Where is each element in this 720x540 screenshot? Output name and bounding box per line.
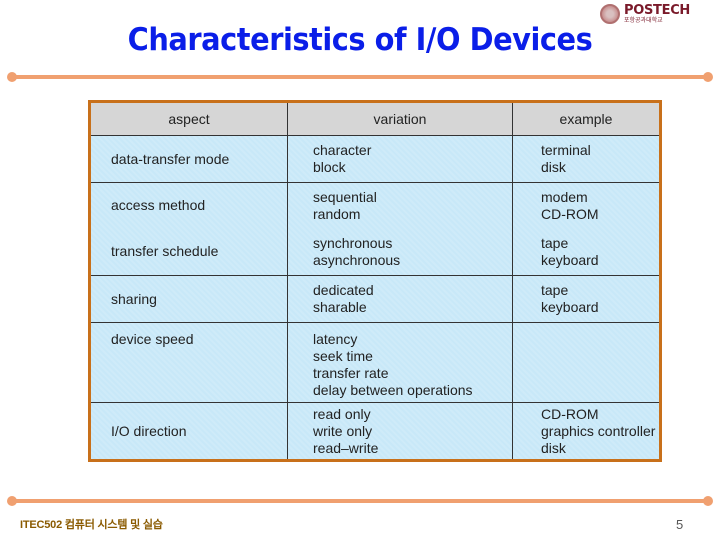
variation-item: synchronous [313,234,393,251]
example-item: keyboard [541,251,599,268]
header-variation: variation [287,103,513,136]
table-row: sharing dedicated sharable tape keyboard [91,275,659,323]
aspect-cell: access method [91,182,288,229]
variation-cell: character block [287,135,513,183]
table-row: I/O direction read only write only read–… [91,402,660,460]
variation-cell: synchronous asynchronous [287,228,513,276]
aspect-cell: data-transfer mode [91,135,288,183]
variation-item: read only [313,405,371,422]
example-cell: modem CD-ROM [513,183,660,229]
example-item: tape [541,282,569,298]
variation-item: dedicated [313,282,374,298]
table-row: data-transfer mode character block termi… [91,135,659,183]
university-seal-icon [600,4,620,24]
variation-cell: dedicated sharable [287,275,513,323]
example-item: keyboard [541,299,599,315]
example-item: modem [541,188,588,205]
header-example: example [512,103,659,136]
variation-item: block [313,159,346,175]
table-row: device speed latency seek time transfer … [91,322,659,403]
io-characteristics-table: aspect variation example data-transfer m… [88,100,662,462]
example-item: terminal [541,142,591,158]
example-item: disk [541,159,566,175]
variation-item: character [313,142,372,158]
aspect-cell: I/O direction [91,402,288,459]
example-cell [512,322,659,403]
logo-name: POSTECH [624,3,691,18]
postech-logo: POSTECH 포항공과대학교 [600,4,690,24]
variation-item: seek time [313,348,373,364]
aspect-cell: device speed [91,322,288,403]
bottom-divider [7,496,713,506]
example-cell: tape keyboard [512,275,659,323]
aspect-cell: sharing [91,275,288,323]
example-item: tape [541,234,569,251]
variation-item: latency [313,331,358,347]
variation-item: delay between operations [313,382,473,398]
slide-title: Characteristics of I/O Devices [127,22,593,58]
example-item: CD-ROM [541,405,599,422]
table-header-row: aspect variation example [91,103,659,136]
table-row: transfer schedule synchronous asynchrono… [91,228,659,276]
variation-item: sharable [313,299,367,315]
example-item: graphics controller [541,422,656,439]
table-row: access method sequential random modem CD… [91,182,660,229]
variation-cell: read only write only read–write [287,402,513,459]
variation-item: random [313,205,361,222]
top-divider [7,72,713,82]
example-item: disk [541,439,566,456]
course-label: ITEC502 컴퓨터 시스템 및 실습 [20,519,163,531]
variation-item: sequential [313,188,377,205]
example-cell: tape keyboard [512,228,659,276]
variation-item: read–write [313,439,379,456]
variation-cell: latency seek time transfer rate delay be… [287,322,513,403]
example-item: CD-ROM [541,205,599,222]
page-number: 5 [676,517,684,532]
variation-cell: sequential random [287,182,513,229]
variation-item: transfer rate [313,365,389,381]
example-cell: terminal disk [512,135,659,183]
variation-item: asynchronous [313,251,401,268]
aspect-cell: transfer schedule [91,228,288,276]
example-cell: CD-ROM graphics controller disk [513,403,660,460]
variation-item: write only [313,422,373,439]
header-aspect: aspect [91,103,288,136]
